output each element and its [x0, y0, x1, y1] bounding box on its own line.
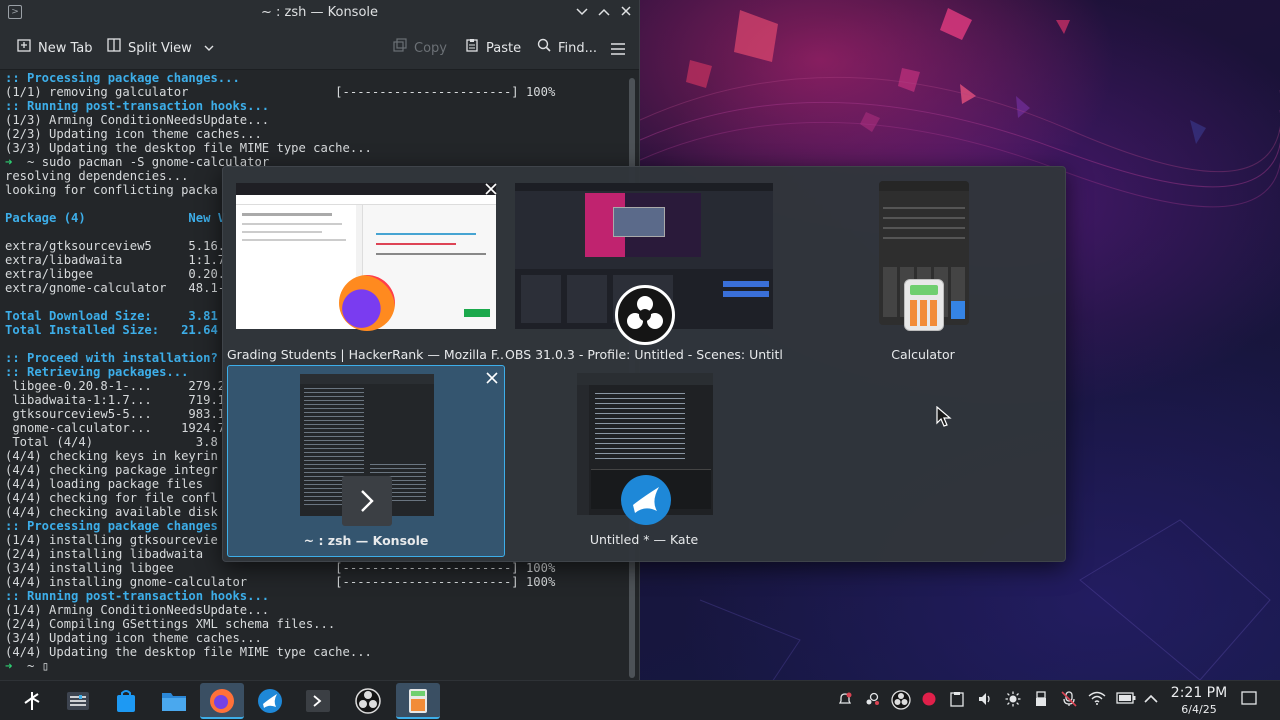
hamburger-menu-icon[interactable] [610, 38, 626, 60]
folder-icon [152, 683, 196, 719]
clock-time: 2:21 PM [1170, 685, 1228, 701]
obs-tray-icon[interactable] [891, 690, 911, 710]
battery-icon[interactable] [1116, 691, 1136, 709]
settings-sliders-icon [56, 683, 100, 719]
close-icon[interactable] [616, 3, 636, 23]
firefox-task-button[interactable] [200, 683, 244, 719]
kate-icon [621, 475, 671, 525]
terminal-line: :: Running post-transaction hooks... [5, 589, 270, 603]
task-switcher: Grading Students | HackerRank — Mozilla … [222, 166, 1066, 562]
recording-indicator-icon[interactable] [920, 691, 938, 709]
discover-store-button[interactable] [104, 683, 148, 719]
obs-icon [615, 285, 675, 345]
terminal-line: (3/4) installing libgee [---------------… [5, 561, 556, 575]
konsole-task-button[interactable] [296, 683, 340, 719]
terminal-line: (2/4) Compiling GSettings XML schema fil… [5, 617, 336, 631]
split-view-button[interactable]: Split View [106, 38, 214, 60]
mouse-cursor-icon [936, 405, 952, 432]
show-desktop-icon[interactable] [1240, 691, 1258, 709]
window-titlebar[interactable]: > ~ : zsh — Konsole [0, 0, 639, 26]
switcher-item-label: Grading Students | HackerRank — Mozilla … [227, 347, 505, 362]
microphone-muted-icon[interactable] [1060, 691, 1078, 709]
terminal-line: (3/4) Updating icon theme caches... [5, 631, 262, 645]
steam-icon[interactable] [863, 691, 881, 709]
switcher-item-label: OBS 31.0.3 - Profile: Untitled - Scenes:… [505, 347, 783, 362]
kate-icon [248, 683, 292, 719]
digital-clock[interactable]: 2:21 PM 6/4/25 [1166, 683, 1232, 717]
clipboard-icon[interactable] [948, 691, 966, 709]
switcher-item-calculator[interactable]: Calculator [784, 175, 1062, 367]
clock-date: 6/4/25 [1181, 703, 1217, 716]
split-view-icon [106, 38, 122, 60]
calculator-icon [396, 683, 440, 719]
usb-device-icon[interactable] [1032, 691, 1050, 709]
chevron-down-icon [204, 41, 214, 56]
new-tab-button[interactable]: New Tab [16, 38, 93, 60]
close-icon[interactable] [484, 372, 500, 388]
terminal-line: (4/4) Updating the desktop file MIME typ… [5, 645, 372, 659]
chevron-up-icon[interactable] [594, 3, 614, 23]
new-tab-icon [16, 38, 32, 60]
store-bag-icon [104, 683, 148, 719]
terminal-line: (4/4) installing gnome-calculator [-----… [5, 575, 556, 589]
notification-bell-icon[interactable] [836, 691, 854, 709]
chevron-up-icon[interactable] [1142, 691, 1160, 709]
switcher-item-obs[interactable]: OBS 31.0.3 - Profile: Untitled - Scenes:… [505, 175, 783, 367]
switcher-item-label: Untitled * — Kate [589, 532, 699, 547]
calculator-task-button[interactable] [396, 683, 440, 719]
terminal-line: ➜ ~ ▯ [5, 659, 50, 673]
chevron-down-icon[interactable] [572, 3, 592, 23]
switcher-item-label: Calculator [891, 347, 955, 362]
konsole-icon [342, 476, 392, 526]
close-icon[interactable] [483, 183, 499, 199]
switcher-item-kate[interactable]: Untitled * — Kate [505, 365, 783, 557]
file-manager-button[interactable] [152, 683, 196, 719]
copy-icon [392, 38, 408, 60]
firefox-icon [339, 275, 395, 331]
terminal-line: :: Running post-transaction hooks... [5, 99, 270, 113]
switcher-item-label: ~ : zsh — Konsole [303, 533, 429, 548]
wifi-icon[interactable] [1088, 691, 1106, 709]
brightness-icon[interactable] [1004, 691, 1022, 709]
paste-button[interactable]: Paste [464, 38, 521, 60]
konsole-app-icon[interactable]: > [8, 5, 22, 19]
terminal-line: (1/1) removing galculator [-------------… [5, 85, 556, 99]
calculator-icon [904, 279, 944, 331]
obs-task-button[interactable] [346, 683, 390, 719]
terminal-line: (2/3) Updating icon theme caches... [5, 127, 262, 141]
switcher-item-firefox[interactable]: Grading Students | HackerRank — Mozilla … [227, 175, 505, 367]
firefox-icon [200, 683, 244, 719]
window-title: ~ : zsh — Konsole [260, 5, 379, 20]
terminal-line: (3/3) Updating the desktop file MIME typ… [5, 141, 372, 155]
terminal-line: (1/3) Arming ConditionNeedsUpdate... [5, 113, 270, 127]
copy-button[interactable]: Copy [392, 38, 447, 60]
konsole-icon [296, 683, 340, 719]
application-launcher-button[interactable] [10, 683, 54, 719]
konsole-toolbar: New Tab Split View Copy Paste Find... [0, 26, 639, 70]
kate-task-button[interactable] [248, 683, 292, 719]
search-icon [536, 38, 552, 60]
terminal-line: (1/4) Arming ConditionNeedsUpdate... [5, 603, 270, 617]
switcher-item-konsole[interactable]: ~ : zsh — Konsole [227, 365, 505, 557]
find-button[interactable]: Find... [536, 38, 597, 60]
terminal-line: :: Processing package changes... [5, 71, 240, 85]
system-settings-button[interactable] [56, 683, 100, 719]
taskbar: 2:21 PM 6/4/25 [0, 680, 1280, 720]
paste-icon [464, 38, 480, 60]
volume-icon[interactable] [976, 691, 994, 709]
app-launcher-icon [10, 683, 54, 719]
obs-icon [346, 683, 390, 719]
